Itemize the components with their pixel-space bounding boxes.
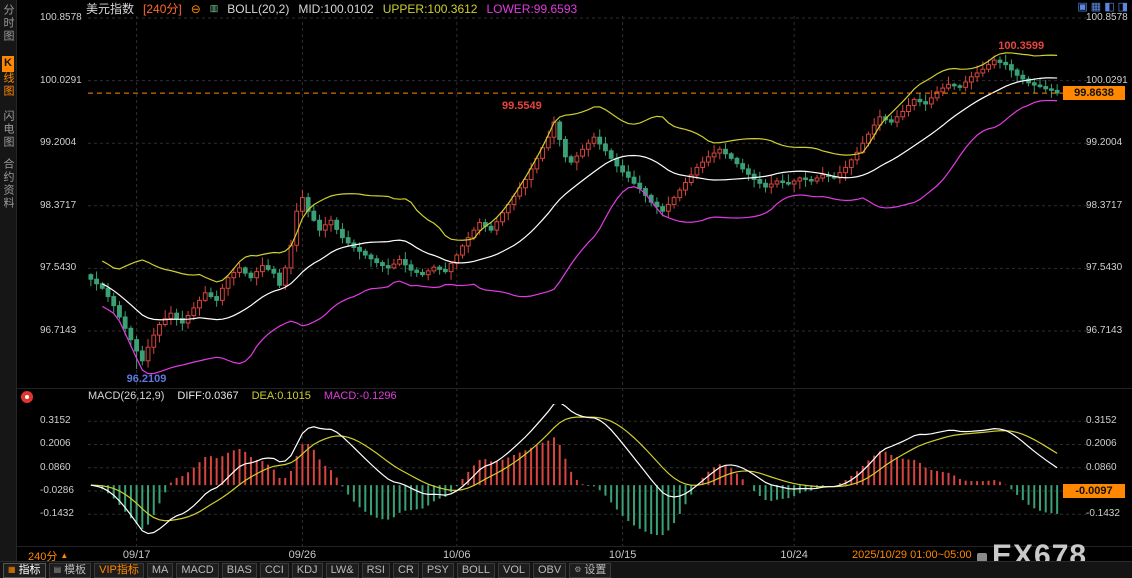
toolbar-button-模板[interactable]: ▤ 模板	[48, 562, 92, 578]
session-label: 2025/10/29 01:00~05:00	[852, 549, 972, 561]
macd-diff-value: DIFF:0.0367	[177, 390, 239, 402]
layout-split-bottom-icon[interactable]: ◨	[1118, 1, 1128, 13]
toolbar-button-KDJ[interactable]: KDJ	[291, 562, 323, 578]
toolbar-button-label: MACD	[181, 563, 214, 576]
layout-grid-icon[interactable]: ▦	[1091, 1, 1101, 13]
toolbar-button-label: KDJ	[296, 563, 318, 576]
toolbar-button-label: CCI	[264, 563, 284, 576]
gear-icon: ⚙	[574, 565, 582, 574]
sidebar-item-4[interactable]: 合约资料	[2, 158, 14, 210]
toolbar-button-LW&[interactable]: LW&	[325, 562, 359, 578]
up-arrow-icon: ▲	[60, 551, 69, 560]
boll-lower-value: LOWER:99.6593	[486, 1, 578, 16]
toolbar-button-RSI[interactable]: RSI	[361, 562, 390, 578]
toolbar-button-label: BIAS	[226, 563, 252, 576]
trading-app-window: 100.8578 100.8578 100.0291 100.0291 99.2004 9…	[0, 0, 1132, 578]
macd-dea-value: DEA:0.1015	[251, 390, 311, 402]
toolbar-button-MA[interactable]: MA	[146, 562, 174, 578]
sidebar-item-3[interactable]: 闪电图	[2, 110, 14, 149]
window-controls: ▣ ▦ ◧ ◨	[1077, 1, 1128, 13]
layout-full-icon[interactable]: ▣	[1077, 1, 1087, 13]
macd-header: MACD(26,12,9) DIFF:0.0367 DEA:0.1015 MAC…	[88, 390, 397, 402]
k-badge: K	[2, 56, 14, 72]
sidebar-item-1[interactable]: 分时图	[2, 4, 14, 43]
indicator-chip-icon: ▥	[209, 3, 219, 13]
sidebar-item-2[interactable]: K线图	[2, 56, 14, 98]
symbol-name: 美元指数	[86, 2, 135, 16]
boll-upper-value: UPPER:100.3612	[382, 1, 478, 16]
doc-icon: ▤	[53, 565, 62, 574]
layout-split-left-icon[interactable]: ◧	[1104, 1, 1114, 13]
toolbar-button-label: PSY	[426, 563, 449, 576]
toolbar-button-VIP指标[interactable]: VIP指标	[94, 562, 144, 578]
toolbar-button-label: 指标	[18, 563, 41, 576]
toolbar-button-设置[interactable]: ⚙ 设置	[569, 562, 612, 578]
grid-icon: ▦	[8, 565, 16, 574]
toolbar-button-PSY[interactable]: PSY	[421, 562, 454, 578]
chart-header: 美元指数 [240分] ⊖ ▥ BOLL(20,2) MID:100.0102 …	[86, 1, 578, 17]
toolbar-button-label: OBV	[538, 563, 562, 576]
toolbar-button-label: 设置	[584, 563, 607, 576]
collapse-icon[interactable]: ⊖	[191, 3, 201, 15]
macd-value-badge: -0.0097	[1063, 483, 1125, 498]
toolbar-button-label: RSI	[366, 563, 385, 576]
toolbar-button-label: BOLL	[461, 563, 490, 576]
toolbar-button-BOLL[interactable]: BOLL	[456, 562, 495, 578]
toolbar-button-label: LW&	[330, 563, 354, 576]
toolbar-button-指标[interactable]: ▦ 指标	[3, 562, 46, 578]
toolbar-button-VOL[interactable]: VOL	[497, 562, 530, 578]
sidebar-item-label: 线图	[2, 72, 14, 98]
toolbar-button-label: VOL	[502, 563, 525, 576]
period-label: [240分]	[143, 2, 182, 16]
current-price-badge: 99.8638	[1063, 86, 1125, 101]
boll-mid-value: MID:100.0102	[298, 1, 374, 16]
toolbar-button-label: VIP指标	[99, 563, 139, 576]
price-chart-canvas[interactable]	[0, 0, 1132, 578]
pane-alert-icon[interactable]	[21, 391, 33, 403]
indicator-name[interactable]: BOLL(20,2)	[227, 2, 289, 16]
toolbar-button-BIAS[interactable]: BIAS	[221, 562, 257, 578]
toolbar-button-label: 模板	[64, 563, 87, 576]
toolbar-button-CCI[interactable]: CCI	[259, 562, 289, 578]
indicator-toolbar: ▦ 指标 ▤ 模板 VIP指标 MA MACD BIAS CCI KDJ LW& RSI CR PSY BO…	[0, 561, 1132, 578]
toolbar-button-MACD[interactable]: MACD	[176, 562, 219, 578]
toolbar-button-CR[interactable]: CR	[392, 562, 419, 578]
chart-mode-sidebar: 分时图 K线图闪电图合约资料	[0, 0, 17, 578]
toolbar-button-label: MA	[151, 563, 169, 576]
macd-title[interactable]: MACD(26,12,9)	[88, 390, 164, 402]
toolbar-button-label: CR	[397, 563, 414, 576]
macd-macd-value: MACD:-0.1296	[323, 390, 397, 402]
toolbar-button-OBV[interactable]: OBV	[533, 562, 567, 578]
